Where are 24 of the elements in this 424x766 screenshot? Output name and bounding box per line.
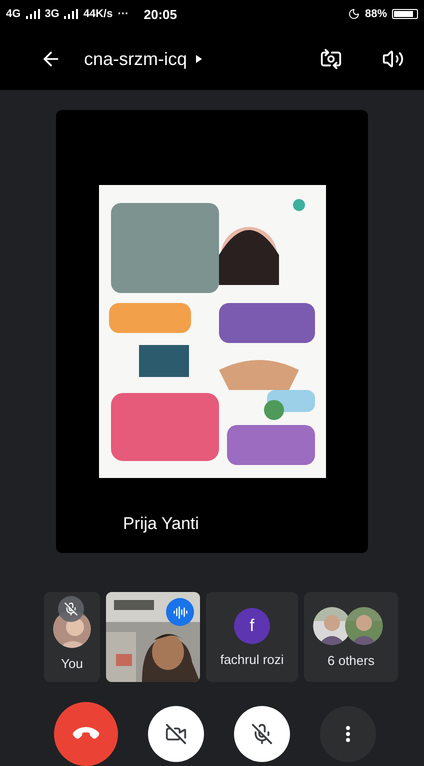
signal-icon — [64, 9, 78, 19]
notification-more: ··· — [118, 8, 129, 20]
camera-off-icon — [165, 723, 187, 745]
participant-tile[interactable]: 6 others — [304, 592, 398, 682]
participant-name: You — [61, 656, 83, 670]
participant-name: fachrul rozi — [220, 652, 284, 666]
participant-tile[interactable]: You — [44, 592, 100, 682]
participant-name: 6 others — [328, 652, 374, 668]
speaker-icon[interactable] — [382, 48, 404, 70]
clock: 20:05 — [144, 6, 177, 22]
meeting-code[interactable]: cna-srzm-icq — [84, 48, 204, 70]
participant-tile[interactable]: f fachrul rozi — [206, 592, 298, 682]
network-speed: 44K/s — [83, 8, 113, 20]
microphone-off-icon — [251, 723, 273, 745]
network-type: 3G — [44, 8, 60, 20]
more-icon — [346, 726, 350, 742]
network-type: 4G — [6, 8, 21, 20]
battery-icon — [392, 9, 418, 19]
battery-percent: 88% — [364, 8, 387, 20]
avatar-initial: f — [234, 608, 270, 644]
moon-icon — [348, 8, 360, 20]
signal-icon — [26, 9, 40, 19]
presenter-name: Prija Yanti — [123, 514, 199, 534]
switch-camera-icon[interactable] — [320, 48, 342, 70]
